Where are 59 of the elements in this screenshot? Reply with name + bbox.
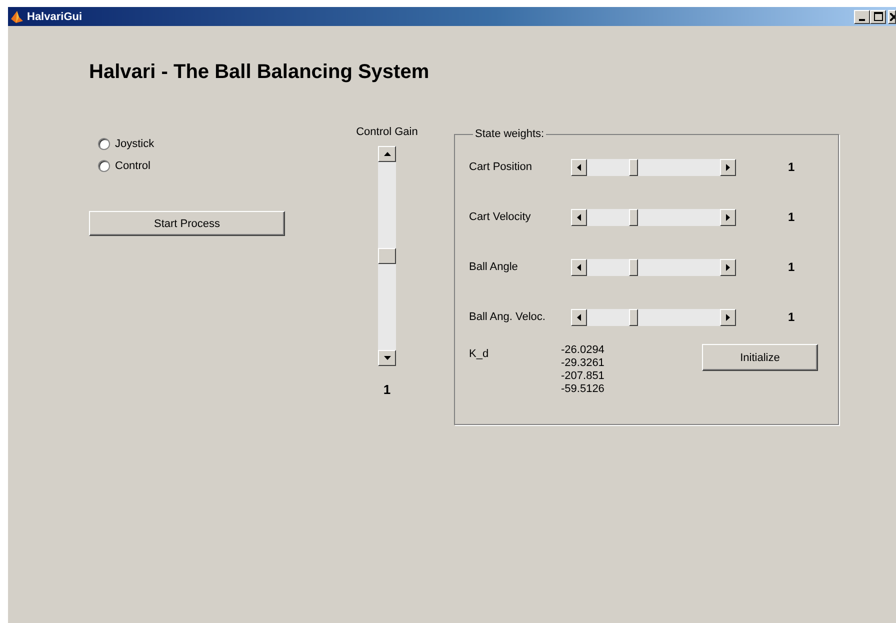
up-arrow-icon — [384, 152, 390, 156]
weight-label: Cart Position — [469, 161, 533, 173]
scroll-down-button[interactable] — [378, 350, 396, 366]
weight-slider[interactable] — [571, 208, 736, 226]
scroll-left-button[interactable] — [571, 308, 587, 326]
left-arrow-icon — [577, 164, 581, 170]
scroll-up-button[interactable] — [378, 146, 396, 162]
weight-label: Ball Angle — [469, 261, 519, 273]
right-arrow-icon — [726, 264, 730, 270]
control-gain-slider[interactable] — [378, 146, 396, 366]
weight-value: 1 — [788, 210, 795, 224]
right-arrow-icon — [726, 314, 730, 320]
scroll-right-button[interactable] — [720, 258, 736, 276]
right-arrow-icon — [726, 164, 730, 170]
control-gain-value: 1 — [383, 382, 391, 397]
scroll-right-button[interactable] — [720, 208, 736, 226]
kd-value: -29.3261 — [561, 357, 606, 370]
control-gain-label: Control Gain — [356, 126, 418, 138]
left-arrow-icon — [577, 264, 581, 270]
weight-value: 1 — [788, 310, 795, 324]
down-arrow-icon — [384, 356, 390, 360]
kd-value: -26.0294 — [561, 344, 606, 357]
kd-value: -207.851 — [561, 370, 606, 383]
left-arrow-icon — [577, 314, 581, 320]
scroll-left-button[interactable] — [571, 158, 587, 176]
start-process-button[interactable]: Start Process — [89, 211, 285, 236]
kd-label: K_d — [469, 347, 490, 360]
weight-value: 1 — [788, 260, 795, 274]
scroll-right-button[interactable] — [720, 308, 736, 326]
initialize-button[interactable]: Initialize — [702, 344, 818, 371]
app-heading: Halvari - The Ball Balancing System — [89, 60, 430, 84]
right-arrow-icon — [726, 214, 730, 220]
weight-value: 1 — [788, 160, 795, 174]
left-arrow-icon — [577, 214, 581, 220]
close-button[interactable] — [888, 10, 896, 24]
window-title: HalvariGui — [27, 10, 82, 22]
panel-title: State weights: — [474, 128, 546, 140]
scroll-right-button[interactable] — [720, 158, 736, 176]
minimize-icon — [859, 18, 865, 20]
slider-thumb[interactable] — [628, 208, 638, 226]
slider-thumb[interactable] — [628, 158, 638, 176]
scroll-left-button[interactable] — [571, 208, 587, 226]
mode-radio[interactable]: Control — [98, 158, 285, 174]
slider-thumb[interactable] — [378, 248, 396, 264]
weight-slider[interactable] — [571, 308, 736, 326]
minimize-button[interactable] — [854, 10, 870, 24]
app-logo-icon — [10, 10, 24, 24]
close-icon — [890, 12, 895, 20]
mode-radio[interactable]: Joystick — [98, 136, 285, 152]
maximize-button[interactable] — [870, 10, 886, 24]
slider-thumb[interactable] — [628, 308, 638, 326]
slider-thumb[interactable] — [628, 258, 638, 276]
maximize-icon — [874, 12, 882, 21]
weight-label: Ball Ang. Veloc. — [469, 311, 546, 323]
scroll-left-button[interactable] — [571, 258, 587, 276]
weight-label: Cart Velocity — [469, 211, 532, 223]
kd-value: -59.5126 — [561, 383, 606, 396]
weight-slider[interactable] — [571, 158, 736, 176]
weight-slider[interactable] — [571, 258, 736, 276]
